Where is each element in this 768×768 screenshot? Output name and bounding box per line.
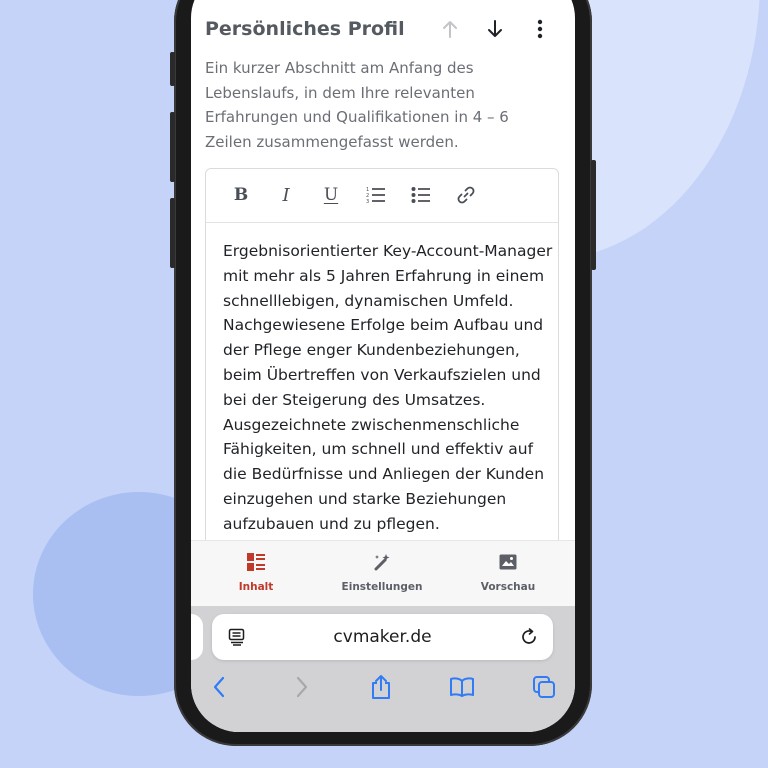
link-icon — [457, 186, 475, 204]
back-button[interactable] — [204, 672, 234, 702]
move-up-button[interactable] — [436, 15, 464, 43]
section-title: Persönliches Profil — [205, 18, 405, 40]
tabs-icon — [533, 676, 555, 698]
address-bar[interactable]: cvmaker.de — [212, 614, 553, 660]
image-preview-icon — [499, 554, 517, 570]
arrow-up-icon — [443, 21, 457, 38]
bullet-list-button[interactable] — [407, 181, 435, 209]
share-icon — [372, 675, 390, 699]
rich-text-editor[interactable]: B I U 1 2 3 Ergebnisorientierter Key-Acc… — [205, 168, 559, 570]
ordered-list-icon: 1 2 3 — [366, 187, 385, 204]
editor-toolbar: B I U 1 2 3 — [206, 169, 558, 223]
forward-button[interactable] — [287, 672, 317, 702]
link-button[interactable] — [452, 181, 480, 209]
reload-button[interactable] — [519, 627, 539, 651]
more-options-button[interactable] — [526, 15, 554, 43]
phone-side-button — [170, 52, 175, 86]
nav-item-inhalt[interactable]: Inhalt — [196, 551, 316, 593]
nav-item-einstellungen[interactable]: Einstellungen — [322, 551, 442, 593]
editor-content[interactable]: Ergebnisorientierter Key-Account-Manager… — [223, 239, 553, 537]
nav-item-vorschau[interactable]: Vorschau — [448, 551, 568, 593]
phone-volume-up-button — [170, 112, 175, 182]
nav-label-einstellungen: Einstellungen — [341, 581, 423, 593]
share-button[interactable] — [366, 672, 396, 702]
ordered-list-button[interactable]: 1 2 3 — [362, 181, 390, 209]
forward-icon — [296, 676, 308, 698]
bookmarks-button[interactable] — [447, 672, 477, 702]
bold-button[interactable]: B — [227, 181, 255, 209]
phone-screen: Persönliches Profil Ein kurzer Abschnitt… — [191, 0, 575, 732]
move-down-button[interactable] — [481, 15, 509, 43]
phone-volume-down-button — [170, 198, 175, 268]
nav-label-vorschau: Vorschau — [480, 581, 536, 593]
italic-button[interactable]: I — [272, 181, 300, 209]
italic-icon: I — [282, 184, 290, 206]
underline-button[interactable]: U — [317, 181, 345, 209]
safari-toolbar: cvmaker.de — [191, 606, 575, 732]
bold-icon: B — [233, 185, 249, 205]
back-icon — [213, 676, 225, 698]
url-text[interactable]: cvmaker.de — [212, 627, 553, 647]
previous-tab-pill[interactable] — [191, 614, 203, 660]
nav-label-inhalt: Inhalt — [238, 581, 274, 593]
reload-icon — [522, 628, 536, 644]
section-description: Ein kurzer Abschnitt am Anfang des Leben… — [205, 59, 509, 151]
underline-icon: U — [323, 185, 339, 205]
settings-wand-icon — [374, 554, 390, 571]
bookmarks-icon — [450, 677, 474, 697]
svg-text:3: 3 — [366, 199, 369, 204]
content-icon — [247, 553, 265, 571]
arrow-down-icon — [488, 20, 502, 37]
phone-power-button — [591, 160, 596, 270]
bottom-navigation: Inhalt Einstellungen Vorschau — [191, 540, 575, 607]
more-vertical-icon — [537, 19, 543, 39]
bullet-list-icon — [411, 187, 430, 203]
tabs-button[interactable] — [529, 672, 559, 702]
